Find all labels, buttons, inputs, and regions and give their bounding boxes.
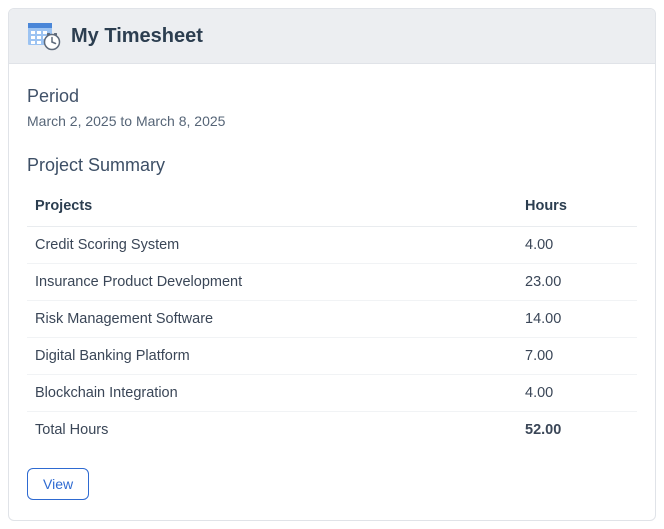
- period-label: Period: [27, 86, 637, 107]
- project-name-cell: Credit Scoring System: [27, 227, 517, 264]
- project-name-cell: Risk Management Software: [27, 301, 517, 338]
- project-hours-cell: 7.00: [517, 338, 637, 375]
- table-total-row: Total Hours 52.00: [27, 412, 637, 449]
- project-name-cell: Digital Banking Platform: [27, 338, 517, 375]
- project-name-cell: Insurance Product Development: [27, 264, 517, 301]
- period-range: March 2, 2025 to March 8, 2025: [27, 113, 637, 129]
- table-row: Risk Management Software 14.00: [27, 301, 637, 338]
- project-hours-cell: 14.00: [517, 301, 637, 338]
- project-summary-title: Project Summary: [27, 155, 637, 176]
- table-row: Credit Scoring System 4.00: [27, 227, 637, 264]
- project-hours-cell: 4.00: [517, 227, 637, 264]
- table-row: Digital Banking Platform 7.00: [27, 338, 637, 375]
- table-row: Insurance Product Development 23.00: [27, 264, 637, 301]
- project-hours-cell: 23.00: [517, 264, 637, 301]
- card-title: My Timesheet: [71, 25, 203, 48]
- view-button[interactable]: View: [27, 468, 89, 500]
- table-row: Blockchain Integration 4.00: [27, 375, 637, 412]
- timesheet-calendar-clock-icon: [27, 21, 61, 51]
- project-summary-table: Projects Hours Credit Scoring System 4.0…: [27, 188, 637, 448]
- total-hours-value: 52.00: [517, 412, 637, 449]
- card-actions: View: [27, 468, 637, 500]
- card-body: Period March 2, 2025 to March 8, 2025 Pr…: [9, 64, 655, 520]
- timesheet-card: My Timesheet Period March 2, 2025 to Mar…: [8, 8, 656, 521]
- column-header-projects: Projects: [27, 188, 517, 227]
- table-header-row: Projects Hours: [27, 188, 637, 227]
- column-header-hours: Hours: [517, 188, 637, 227]
- project-hours-cell: 4.00: [517, 375, 637, 412]
- card-header: My Timesheet: [9, 9, 655, 64]
- total-hours-label: Total Hours: [27, 412, 517, 449]
- project-name-cell: Blockchain Integration: [27, 375, 517, 412]
